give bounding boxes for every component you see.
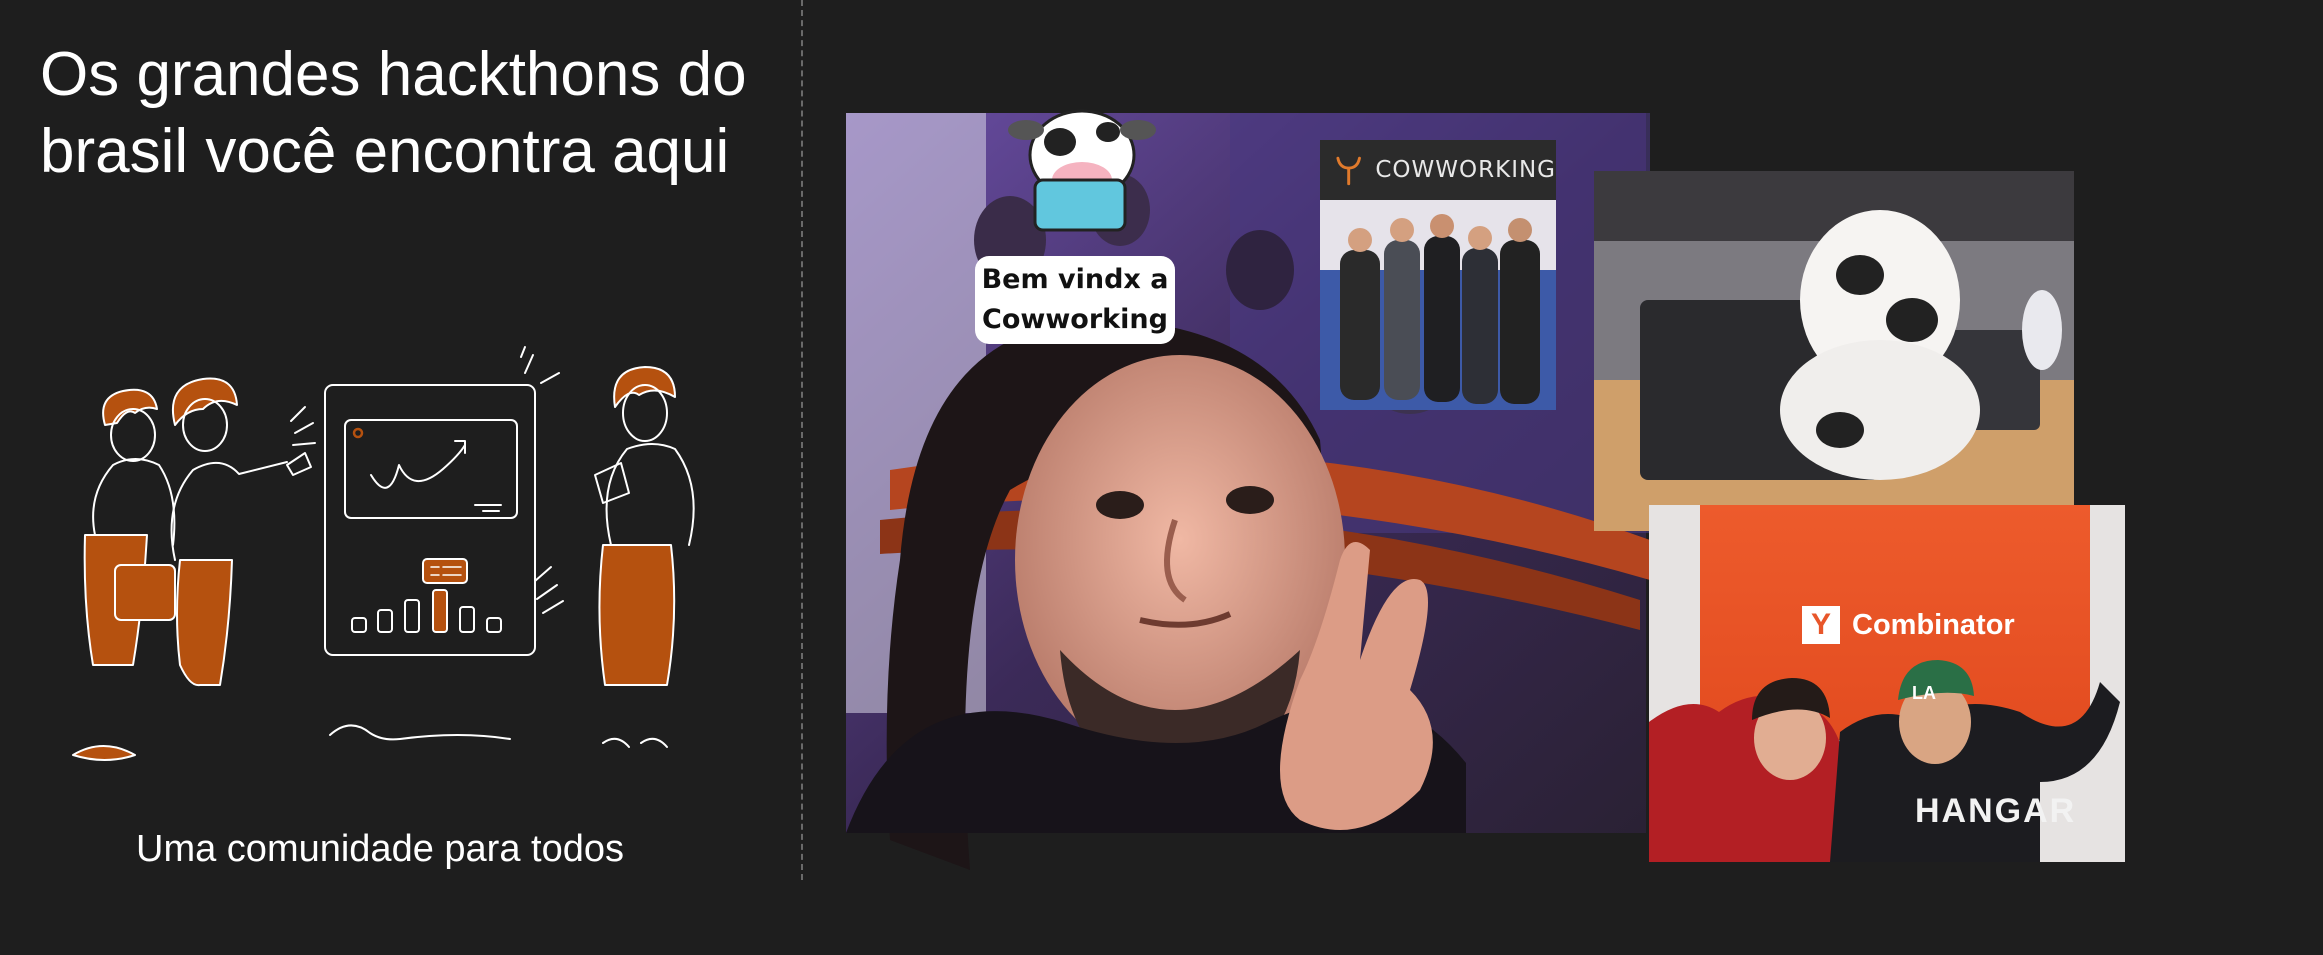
- sticker-line-1: Bem vindx a: [981, 264, 1169, 295]
- coworking-logo: COWWORKING: [1320, 140, 1556, 200]
- coworking-logo-icon: [1336, 156, 1361, 186]
- yc-logo-text: Combinator: [1852, 608, 2015, 641]
- coworking-logo-text: COWWORKING: [1375, 157, 1556, 183]
- sticker-line-2: Cowworking: [982, 304, 1168, 335]
- cap-logo: LA: [1912, 683, 1936, 703]
- hoodie-print: HANGAR: [1915, 792, 2077, 830]
- plush-cow-photo: [1594, 171, 2074, 531]
- y-combinator-logo: Y Combinator: [1802, 606, 2015, 644]
- welcome-sticker: Bem vindx a Cowworking: [975, 256, 1175, 344]
- yc-logo-box: Y: [1802, 606, 1840, 644]
